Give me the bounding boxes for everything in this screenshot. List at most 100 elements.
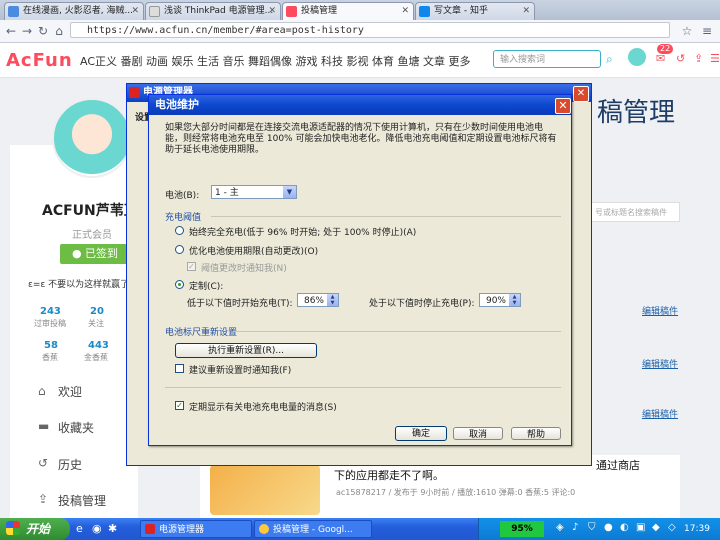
chrome-icon <box>259 524 269 534</box>
reload-icon[interactable]: ↻ <box>36 24 50 38</box>
upload-icon[interactable]: ⇪ <box>694 52 703 65</box>
close-tab-icon[interactable]: ✕ <box>131 3 139 20</box>
stop-charge-spinner[interactable]: 90% ▲ ▼ <box>479 293 521 307</box>
edit-post-link[interactable]: 编辑稿件 <box>642 304 678 317</box>
radio-custom-label[interactable]: 定制(C): <box>189 279 223 292</box>
sign-label: 已签到 <box>85 247 119 260</box>
app-quicklaunch-icon[interactable]: ✱ <box>108 522 117 535</box>
bookmark-star-icon[interactable]: ☆ <box>680 24 694 38</box>
menu-icon[interactable]: ≡ <box>700 24 714 38</box>
tray-volume-icon[interactable]: ♪ <box>572 522 578 533</box>
cancel-button[interactable]: 取消 <box>453 427 503 440</box>
tray-network-icon[interactable]: ◈ <box>556 522 564 533</box>
ok-button[interactable]: 确定 <box>395 426 447 441</box>
radio-always-full-label[interactable]: 始终完全充电(低于 96% 时开始; 处于 100% 时停止)(A) <box>189 225 416 238</box>
radio-custom[interactable] <box>175 280 184 289</box>
stat-label: 金香蕉 <box>84 353 108 362</box>
checkbox-show-msg[interactable]: ✓ <box>175 401 184 410</box>
sidebar-item-history[interactable]: 历史 <box>58 456 82 473</box>
post-meta: ac15878217 / 发布于 9小时前 / 播放:1610 弹幕:0 香蕉:… <box>336 488 576 497</box>
url-input[interactable]: https://www.acfun.cn/member/#area=post-h… <box>70 22 670 38</box>
stat-number[interactable]: 58 <box>44 340 58 351</box>
close-icon[interactable]: ✕ <box>555 98 571 114</box>
close-icon[interactable]: ✕ <box>573 86 589 102</box>
user-avatar-small[interactable] <box>628 48 646 66</box>
site-nav[interactable]: AC正义 番剧 动画 娱乐 生活 音乐 舞蹈偶像 游戏 科技 影视 体育 鱼塘 … <box>80 53 470 69</box>
search-icon[interactable]: ⌕ <box>606 52 613 67</box>
close-tab-icon[interactable]: ✕ <box>268 3 276 20</box>
power-manager-icon <box>129 87 140 98</box>
spin-arrows-icon[interactable]: ▲ ▼ <box>509 294 520 306</box>
profile-avatar[interactable] <box>52 98 132 178</box>
tray-shield-icon[interactable]: ⛉ <box>588 522 596 533</box>
spin-arrows-icon[interactable]: ▲ ▼ <box>327 294 338 306</box>
battery-select[interactable]: 1 - 主 ▼ <box>211 185 297 199</box>
checkbox-threshold-notify[interactable]: ✓ <box>187 262 196 271</box>
taskbar-item-browser[interactable]: 投稿管理 - Googl... <box>254 520 372 538</box>
store-text: 通过商店 <box>596 459 640 472</box>
acfun-logo[interactable]: AcFun <box>6 50 73 71</box>
tray-app-icon[interactable]: ◇ <box>668 522 676 533</box>
member-level: 正式会员 <box>72 230 112 241</box>
stat-number[interactable]: 243 <box>40 306 61 317</box>
post-search-input[interactable]: 号或标题名搜索稿件 <box>590 202 680 222</box>
forward-icon[interactable]: → <box>20 24 34 38</box>
browser-tab-active[interactable]: 投稿管理 ✕ <box>282 2 414 20</box>
sidebar-item-favorites[interactable]: 收藏夹 <box>58 419 94 436</box>
ie-quicklaunch-icon[interactable]: e <box>76 522 83 535</box>
sidebar-item-post-manage[interactable]: 投稿管理 <box>58 492 106 509</box>
tray-app-icon[interactable]: ▣ <box>636 522 645 533</box>
tray-app-icon[interactable]: ◆ <box>652 522 660 533</box>
chrome-quicklaunch-icon[interactable]: ◉ <box>92 522 102 535</box>
close-tab-icon[interactable]: ✕ <box>401 3 409 20</box>
home-icon: ⌂ <box>38 384 46 398</box>
more-icon[interactable]: ☰ <box>710 52 720 65</box>
page-title: 稿管理 <box>597 98 676 128</box>
edit-post-link[interactable]: 编辑稿件 <box>642 357 678 370</box>
reset-gauge-button[interactable]: 执行重新设置(R)... <box>175 343 317 358</box>
help-button[interactable]: 帮助 <box>511 427 561 440</box>
checkbox-reset-notify-label[interactable]: 建议重新设置时通知我(F) <box>189 363 291 376</box>
home-icon[interactable]: ⌂ <box>52 24 66 38</box>
checkbox-show-msg-label[interactable]: 定期显示有关电池充电电量的消息(S) <box>189 400 337 413</box>
tab-label: 写文章 - 知乎 <box>434 6 488 16</box>
checkbox-reset-notify[interactable] <box>175 364 184 373</box>
back-icon[interactable]: ← <box>4 24 18 38</box>
browser-tab[interactable]: 浅谈 ThinkPad 电源管理... ✕ <box>145 2 281 20</box>
post-title[interactable]: 下的应用都走不了啊。 <box>334 467 444 483</box>
site-favicon-icon <box>8 6 19 17</box>
taskbar-clock[interactable]: 17:39 <box>684 524 710 534</box>
group-divider <box>165 387 561 388</box>
radio-always-full[interactable] <box>175 226 184 235</box>
stop-charge-value: 90% <box>485 296 506 306</box>
radio-optimize-label[interactable]: 优化电池使用期限(自动更改)(O) <box>189 244 318 257</box>
battery-maintenance-dialog: 电池维护 ✕ 如果您大部分时间都是在连接交流电源适配器的情况下使用计算机，只有在… <box>148 94 572 446</box>
browser-tab[interactable]: 在线漫画, 火影忍者, 海贼... ✕ <box>4 2 144 20</box>
start-charge-label: 低于以下值时开始充电(T): <box>187 299 293 309</box>
signed-in-button[interactable]: ● 已签到 <box>60 244 130 264</box>
site-search-input[interactable]: 输入搜索词 <box>493 50 601 68</box>
browser-tab[interactable]: 写文章 - 知乎 ✕ <box>415 2 535 20</box>
battery-indicator[interactable]: 95% <box>500 521 544 537</box>
sidebar-item-welcome[interactable]: 欢迎 <box>58 383 82 400</box>
post-thumbnail[interactable] <box>210 465 320 515</box>
tab-label: 投稿管理 <box>301 6 338 16</box>
battery-label: 电池(B): <box>165 191 200 201</box>
edit-post-link[interactable]: 编辑稿件 <box>642 407 678 420</box>
tray-app-icon[interactable]: ◐ <box>620 522 629 533</box>
stat-number[interactable]: 443 <box>88 340 109 351</box>
history-icon: ↺ <box>38 456 49 470</box>
close-tab-icon[interactable]: ✕ <box>522 3 530 20</box>
taskbar-item-power-manager[interactable]: 电源管理器 <box>140 520 252 538</box>
group-divider <box>211 216 561 217</box>
checkbox-threshold-notify-label[interactable]: 阈值更改时通知我(N) <box>201 261 287 274</box>
radio-optimize[interactable] <box>175 245 184 254</box>
tray-app-icon[interactable]: ● <box>604 522 613 533</box>
dialog-titlebar[interactable]: 电池维护 <box>149 95 571 115</box>
message-icon[interactable]: ✉ <box>656 52 665 65</box>
start-charge-spinner[interactable]: 86% ▲ ▼ <box>297 293 339 307</box>
start-charge-value: 86% <box>303 296 324 306</box>
stat-number[interactable]: 20 <box>90 306 104 317</box>
history-icon[interactable]: ↺ <box>676 52 685 65</box>
battery-select-value: 1 - 主 <box>215 188 239 198</box>
